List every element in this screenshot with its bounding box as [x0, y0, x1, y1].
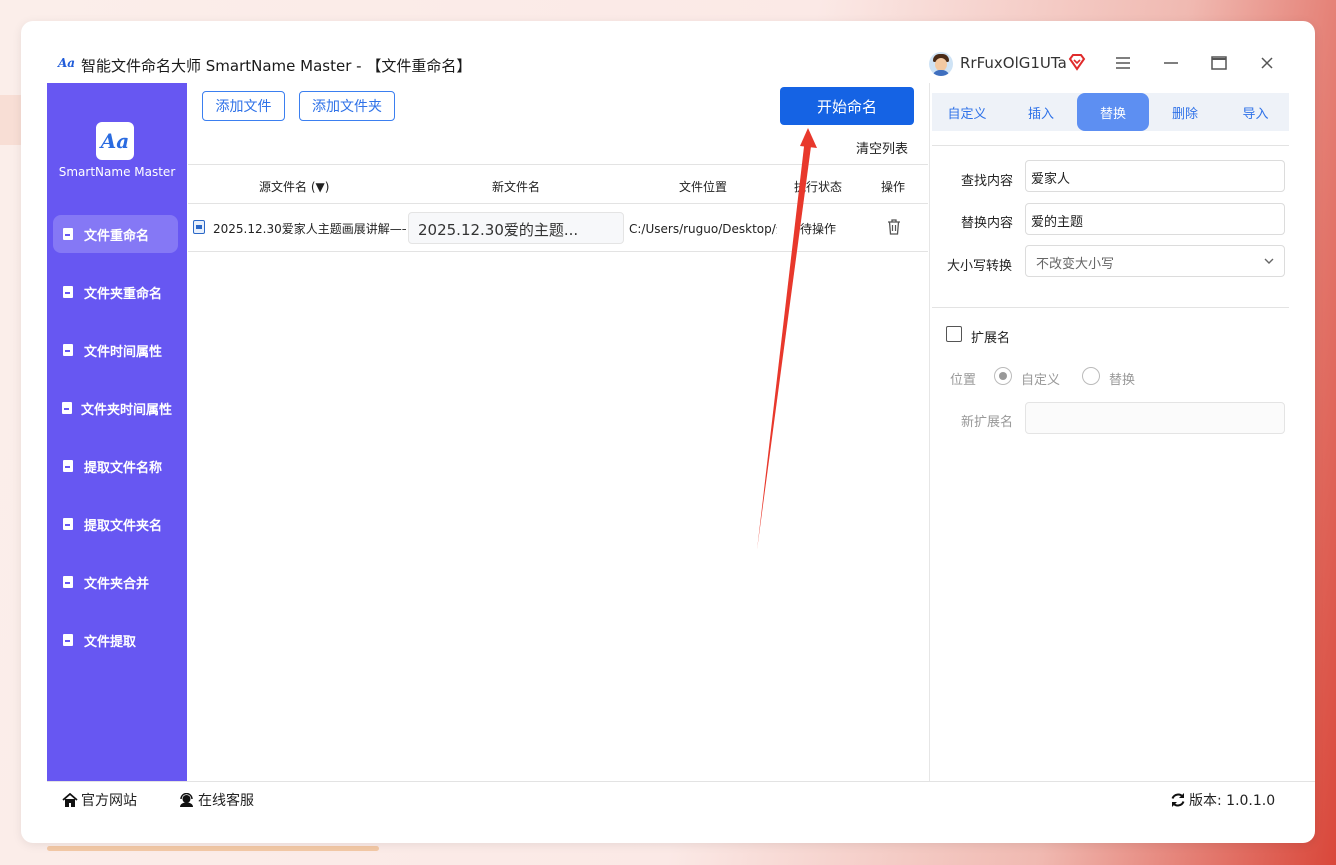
radio-replace-label: 替换 — [1109, 373, 1136, 388]
document-icon — [63, 576, 73, 588]
sidebar-item-folder-rename[interactable]: 文件夹重命名 — [53, 273, 178, 311]
sidebar-item-label: 提取文件名称 — [84, 460, 163, 476]
file-location: C:/Users/ruguo/Desktop/分 — [629, 222, 777, 236]
document-icon — [63, 228, 73, 240]
sidebar-item-label: 文件夹合并 — [84, 576, 150, 592]
sidebar-item-extract-foldername[interactable]: 提取文件夹名 — [53, 505, 178, 543]
replace-input[interactable]: 爱的主题 — [1025, 203, 1285, 235]
case-select[interactable]: 不改变大小写 — [1025, 245, 1285, 277]
column-header-status: 执行状态 — [794, 180, 843, 194]
find-label: 查找内容 — [961, 174, 1014, 189]
online-support-link[interactable]: 在线客服 — [178, 790, 254, 810]
user-name[interactable]: RrFuxOlG1UTa — [960, 54, 1067, 72]
document-icon — [63, 286, 73, 298]
tab-delete[interactable]: 删除 — [1150, 93, 1220, 131]
extension-checkbox[interactable] — [946, 326, 962, 342]
replace-label: 替换内容 — [961, 216, 1014, 231]
footer-separator — [47, 781, 1315, 782]
column-header-actions: 操作 — [881, 180, 906, 194]
sidebar-item-label: 文件夹时间属性 — [81, 402, 173, 418]
sidebar-item-extract-filename[interactable]: 提取文件名称 — [53, 447, 178, 485]
tab-import[interactable]: 导入 — [1222, 93, 1289, 131]
document-icon — [62, 402, 72, 414]
file-icon — [193, 220, 205, 234]
tab-replace[interactable]: 替换 — [1077, 93, 1149, 131]
chevron-down-icon — [1264, 258, 1274, 264]
refresh-icon — [1171, 793, 1185, 807]
user-avatar[interactable] — [929, 52, 953, 76]
background-decoration-bar — [47, 846, 379, 851]
app-logo-text: SmartName Master — [58, 165, 176, 179]
official-website-label: 官方网站 — [81, 793, 137, 809]
status-text: 待操作 — [800, 222, 837, 236]
document-icon — [63, 634, 73, 646]
column-header-location: 文件位置 — [679, 180, 728, 194]
panel-separator — [932, 145, 1289, 146]
add-file-button[interactable]: 添加文件 — [202, 91, 285, 121]
tab-insert[interactable]: 插入 — [1006, 93, 1076, 131]
new-extension-label: 新扩展名 — [961, 415, 1014, 430]
close-icon[interactable] — [1255, 51, 1279, 75]
table-row[interactable]: 2025.12.30爱家人主题画展讲解——i 2025.12.30爱的主题...… — [188, 204, 928, 252]
window-title: 智能文件命名大师 SmartName Master - 【文件重命名】 — [81, 57, 472, 75]
rule-tabs: 自定义 插入 替换 删除 导入 — [932, 93, 1289, 131]
radio-position-replace[interactable] — [1082, 367, 1100, 385]
app-logo: Aa — [96, 122, 134, 160]
sidebar-item-label: 文件提取 — [84, 634, 137, 650]
sidebar-item-folder-merge[interactable]: 文件夹合并 — [53, 563, 178, 601]
radio-custom-label: 自定义 — [1021, 373, 1061, 388]
case-select-value: 不改变大小写 — [1036, 257, 1115, 272]
sidebar-item-label: 文件夹重命名 — [84, 286, 163, 302]
vip-diamond-icon[interactable] — [1067, 52, 1087, 72]
add-folder-button[interactable]: 添加文件夹 — [299, 91, 395, 121]
extension-label: 扩展名 — [971, 331, 1011, 346]
panel-divider — [929, 83, 930, 781]
maximize-icon[interactable] — [1207, 51, 1231, 75]
column-header-source[interactable]: 源文件名 (▼) — [259, 178, 329, 195]
document-icon — [63, 518, 73, 530]
clear-list-link[interactable]: 清空列表 — [856, 138, 908, 157]
version-label: 版本: 1.0.1.0 — [1189, 793, 1276, 809]
document-icon — [63, 344, 73, 356]
new-filename-input[interactable]: 2025.12.30爱的主题... — [408, 212, 624, 244]
find-input[interactable]: 爱家人 — [1025, 160, 1285, 192]
sidebar-item-file-extract[interactable]: 文件提取 — [53, 621, 178, 659]
minimize-icon[interactable] — [1159, 51, 1183, 75]
tab-custom[interactable]: 自定义 — [932, 93, 1002, 131]
source-filename: 2025.12.30爱家人主题画展讲解——i — [213, 222, 406, 236]
version-info[interactable]: 版本: 1.0.1.0 — [1170, 790, 1275, 810]
online-support-label: 在线客服 — [198, 793, 254, 809]
app-logo-icon: Aa — [58, 56, 76, 70]
menu-icon[interactable] — [1111, 51, 1135, 75]
headset-icon — [180, 792, 193, 807]
case-label: 大小写转换 — [947, 259, 1013, 274]
sidebar-item-file-time[interactable]: 文件时间属性 — [53, 331, 178, 369]
sidebar-item-label: 文件时间属性 — [84, 344, 163, 360]
sidebar-item-label: 提取文件夹名 — [84, 518, 163, 534]
file-table-header: 源文件名 (▼) 新文件名 文件位置 执行状态 操作 — [188, 164, 928, 204]
sidebar-item-folder-time[interactable]: 文件夹时间属性 — [53, 389, 178, 427]
radio-position-custom[interactable] — [994, 367, 1012, 385]
position-label: 位置 — [950, 373, 977, 388]
trash-icon[interactable] — [886, 218, 902, 236]
official-website-link[interactable]: 官方网站 — [62, 790, 137, 810]
sidebar-item-label: 文件重命名 — [84, 228, 150, 244]
title-bar: Aa 智能文件命名大师 SmartName Master - 【文件重命名】 R… — [21, 21, 1315, 83]
panel-separator — [932, 307, 1289, 308]
start-rename-button[interactable]: 开始命名 — [780, 87, 914, 125]
document-icon — [63, 460, 73, 472]
column-header-new-name: 新文件名 — [492, 180, 541, 194]
sidebar: Aa SmartName Master 文件重命名 文件夹重命名 文件时间属性 … — [47, 83, 187, 781]
sidebar-item-file-rename[interactable]: 文件重命名 — [53, 215, 178, 253]
app-window: Aa 智能文件命名大师 SmartName Master - 【文件重命名】 R… — [21, 21, 1315, 843]
home-icon — [62, 792, 78, 807]
new-extension-input[interactable] — [1025, 402, 1285, 434]
